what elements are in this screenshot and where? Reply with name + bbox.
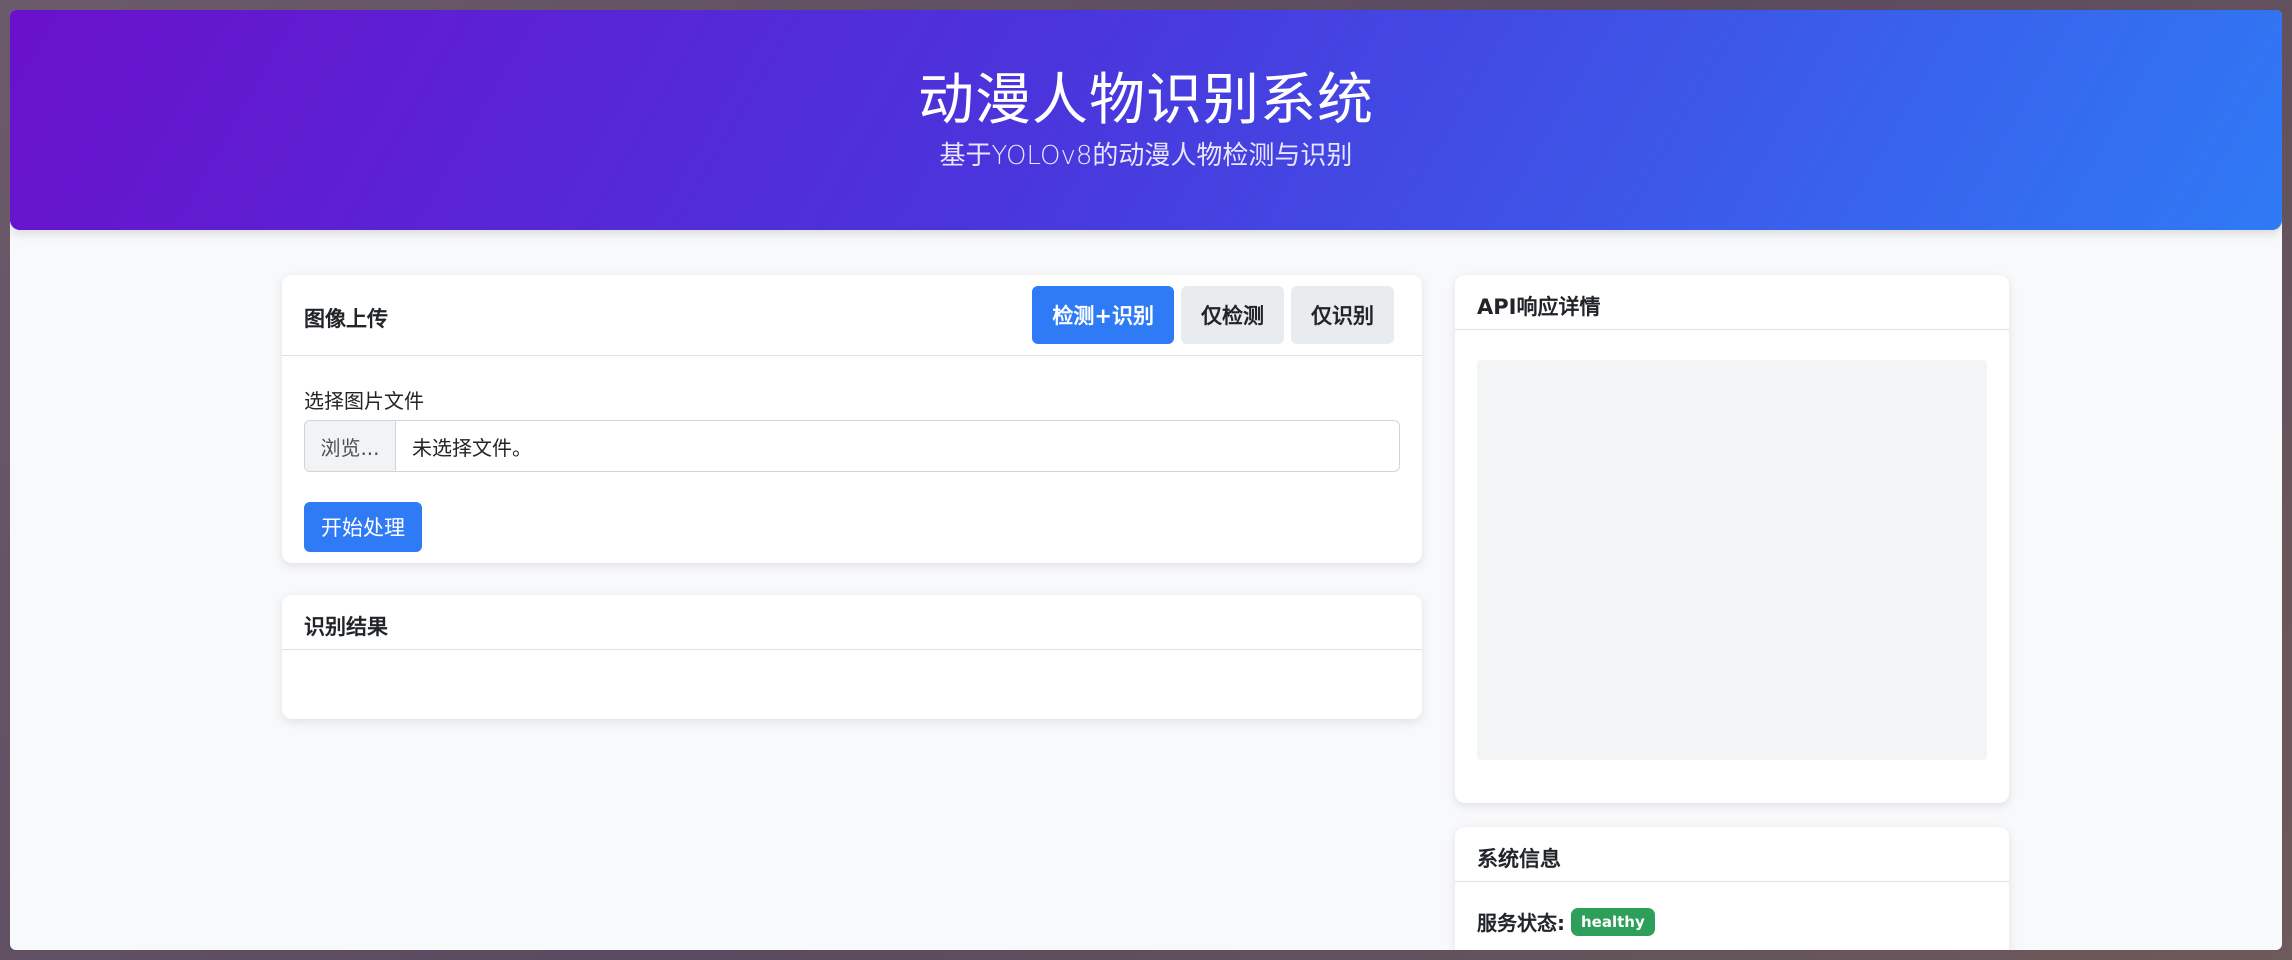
mode-recognize-only-button[interactable]: 仅识别 bbox=[1291, 286, 1394, 344]
api-card-title: API响应详情 bbox=[1477, 295, 1601, 319]
service-status-label: 服务状态: bbox=[1477, 911, 1565, 935]
upload-card-title: 图像上传 bbox=[304, 307, 388, 331]
page-title: 动漫人物识别系统 bbox=[918, 68, 1374, 133]
mode-button-group: 检测+识别 仅检测 仅识别 bbox=[1032, 286, 1394, 344]
browse-button[interactable]: 浏览... bbox=[305, 421, 396, 471]
system-card-title: 系统信息 bbox=[1477, 847, 1561, 871]
page-header: 动漫人物识别系统 基于YOLOv8的动漫人物检测与识别 bbox=[10, 10, 2282, 230]
results-card: 识别结果 bbox=[282, 595, 1422, 719]
file-name-display[interactable]: 未选择文件。 bbox=[396, 421, 532, 471]
results-card-header: 识别结果 bbox=[282, 595, 1422, 650]
upload-card: 图像上传 检测+识别 仅检测 仅识别 选择图片文件 浏览... 未选择文件。 开… bbox=[282, 275, 1422, 563]
api-card-header: API响应详情 bbox=[1455, 275, 2009, 330]
api-response-card: API响应详情 bbox=[1455, 275, 2009, 803]
mode-detect-only-button[interactable]: 仅检测 bbox=[1181, 286, 1284, 344]
page-subtitle: 基于YOLOv8的动漫人物检测与识别 bbox=[939, 141, 1353, 171]
api-response-area[interactable] bbox=[1477, 360, 1987, 760]
file-input[interactable]: 浏览... 未选择文件。 bbox=[304, 420, 1400, 472]
results-card-title: 识别结果 bbox=[304, 615, 388, 639]
file-field-label: 选择图片文件 bbox=[304, 389, 424, 413]
mode-detect-recognize-button[interactable]: 检测+识别 bbox=[1032, 286, 1174, 344]
start-processing-button[interactable]: 开始处理 bbox=[304, 502, 422, 552]
service-status-row: 服务状态: healthy bbox=[1477, 907, 1655, 936]
system-card-header: 系统信息 bbox=[1455, 827, 2009, 882]
upload-card-header: 图像上传 检测+识别 仅检测 仅识别 bbox=[282, 275, 1422, 356]
system-info-card: 系统信息 服务状态: healthy bbox=[1455, 827, 2009, 950]
status-badge: healthy bbox=[1571, 907, 1655, 936]
app-window: 动漫人物识别系统 基于YOLOv8的动漫人物检测与识别 图像上传 检测+识别 仅… bbox=[10, 10, 2282, 950]
